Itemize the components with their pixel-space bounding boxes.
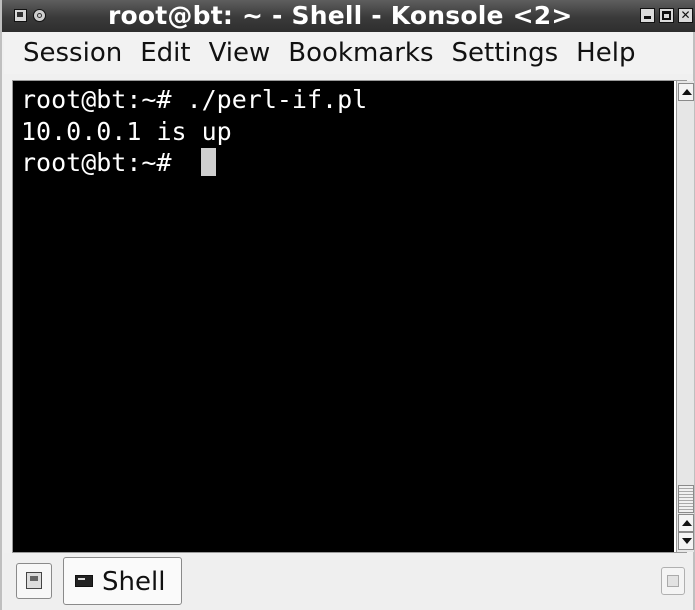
terminal-prompt: root@bt:~# (21, 148, 187, 177)
maximize-icon[interactable] (659, 8, 674, 23)
terminal-line: 10.0.0.1 is up (21, 117, 232, 146)
menu-bookmarks[interactable]: Bookmarks (279, 32, 442, 74)
scroll-up-arrow-icon[interactable] (678, 514, 694, 532)
tab-bar: Shell (4, 553, 693, 610)
menu-view[interactable]: View (200, 32, 280, 74)
terminal-icon (75, 575, 93, 587)
minimize-icon[interactable] (640, 8, 655, 23)
terminal-line: root@bt:~# ./perl-if.pl (21, 85, 368, 114)
window-title: root@bt: ~ - Shell - Konsole <2> (108, 1, 573, 30)
scroll-down-arrow-icon[interactable] (678, 532, 694, 550)
window-menu-icon[interactable] (14, 9, 27, 22)
vertical-scrollbar[interactable] (676, 81, 694, 552)
menu-settings[interactable]: Settings (443, 32, 568, 74)
title-bar-right-buttons: ✕ (640, 8, 693, 23)
sticky-icon[interactable] (33, 9, 46, 22)
menu-bar: Session Edit View Bookmarks Settings Hel… (4, 32, 693, 74)
scroll-up-arrow-icon[interactable] (678, 83, 694, 101)
menu-help[interactable]: Help (567, 32, 644, 74)
new-tab-icon (26, 572, 42, 589)
close-tab-button[interactable] (661, 567, 685, 595)
title-bar-left-buttons (14, 9, 46, 22)
konsole-window: root@bt: ~ - Shell - Konsole <2> ✕ Sessi… (0, 0, 695, 610)
menu-edit[interactable]: Edit (131, 32, 199, 74)
new-tab-button[interactable] (16, 563, 52, 599)
terminal-output[interactable]: root@bt:~# ./perl-if.pl 10.0.0.1 is up r… (13, 81, 674, 552)
close-icon[interactable]: ✕ (678, 8, 693, 23)
scrollbar-thumb[interactable] (678, 485, 694, 513)
text-cursor (200, 148, 216, 176)
menu-session[interactable]: Session (4, 32, 131, 74)
close-tab-icon (667, 575, 679, 587)
tab-label: Shell (102, 567, 166, 597)
terminal-prompt-line: root@bt:~# (21, 147, 216, 179)
title-bar[interactable]: root@bt: ~ - Shell - Konsole <2> ✕ (2, 0, 695, 32)
tab-shell[interactable]: Shell (63, 557, 182, 605)
